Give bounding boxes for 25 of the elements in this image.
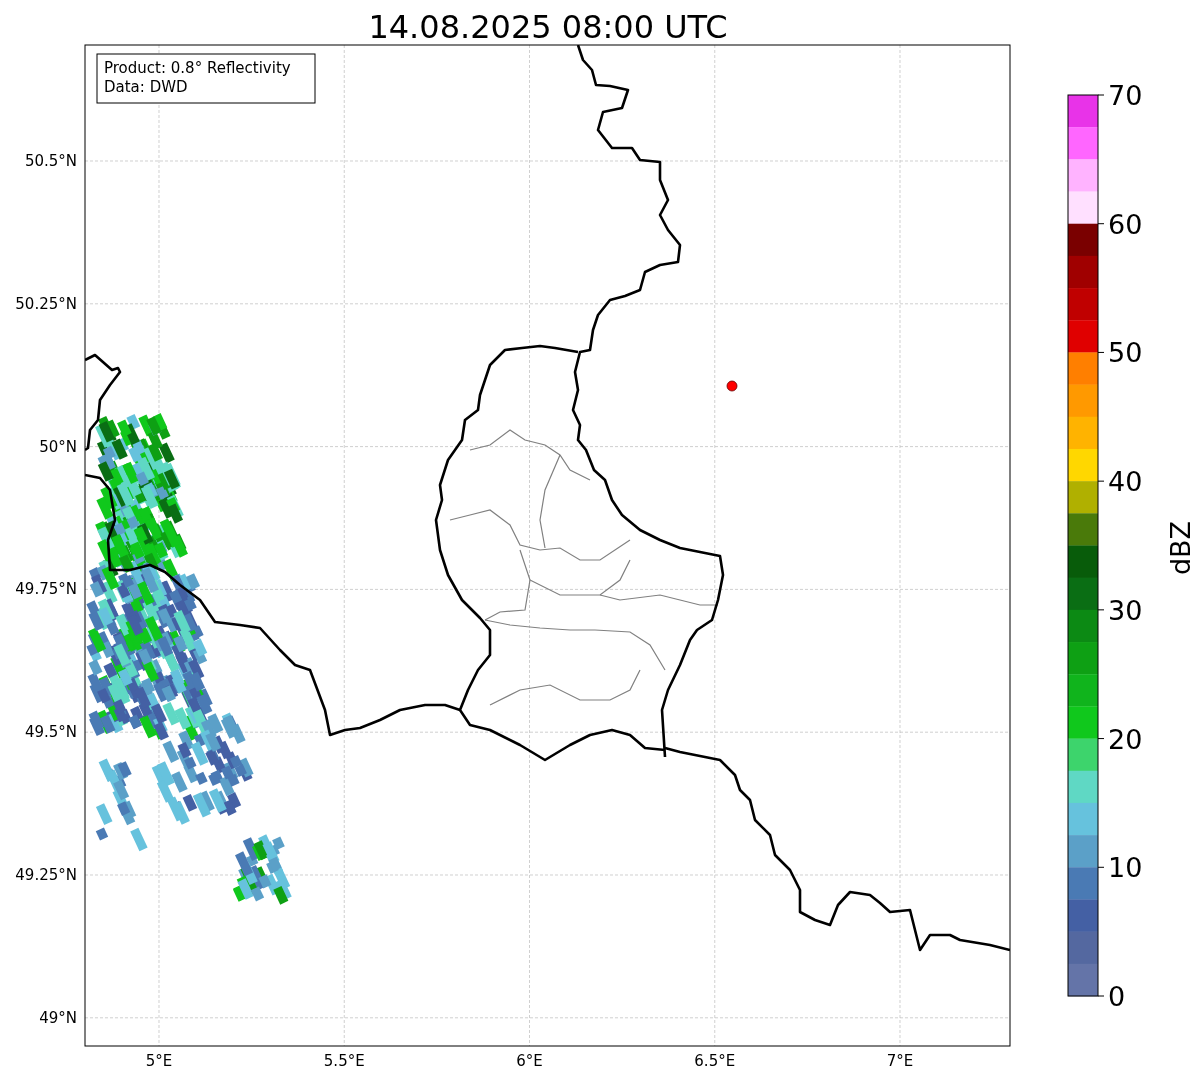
colorbar-tick-label: 40 (1108, 466, 1143, 498)
longitude-label: 7°E (886, 1052, 914, 1070)
longitude-label: 6°E (516, 1052, 543, 1070)
longitude-label: 5°E (145, 1052, 173, 1070)
colorbar-tick-label: 60 (1108, 208, 1143, 240)
info-text: Product: 0.8° Reflectivity (104, 59, 291, 77)
chart-title: 14.08.2025 08:00 UTC (368, 8, 728, 46)
latitude-label: 49°N (39, 1008, 77, 1027)
latitude-label: 49.75°N (15, 580, 77, 599)
latitude-label: 49.25°N (15, 866, 77, 884)
colorbar-label: dBZ (1165, 520, 1196, 576)
station-marker (726, 380, 738, 392)
longitude-label: 5.5°E (323, 1052, 365, 1070)
colorbar-tick-label: 10 (1108, 852, 1143, 884)
colorbar-tick-label: 70 (1108, 80, 1143, 111)
latitude-label: 50°N (39, 437, 77, 456)
colorbar-tick-label: 0 (1108, 981, 1126, 1012)
latitude-label: 49.5°N (24, 723, 77, 742)
colorbar-tick-label: 20 (1108, 723, 1143, 755)
longitude-label: 6.5°E (694, 1052, 736, 1070)
colorbar-tick-label: 50 (1108, 337, 1143, 369)
info-text: Data: DWD (104, 78, 188, 96)
latitude-label: 50.25°N (15, 294, 77, 313)
colorbar-tick-label: 30 (1108, 594, 1143, 626)
latitude-label: 50.5°N (24, 152, 77, 170)
